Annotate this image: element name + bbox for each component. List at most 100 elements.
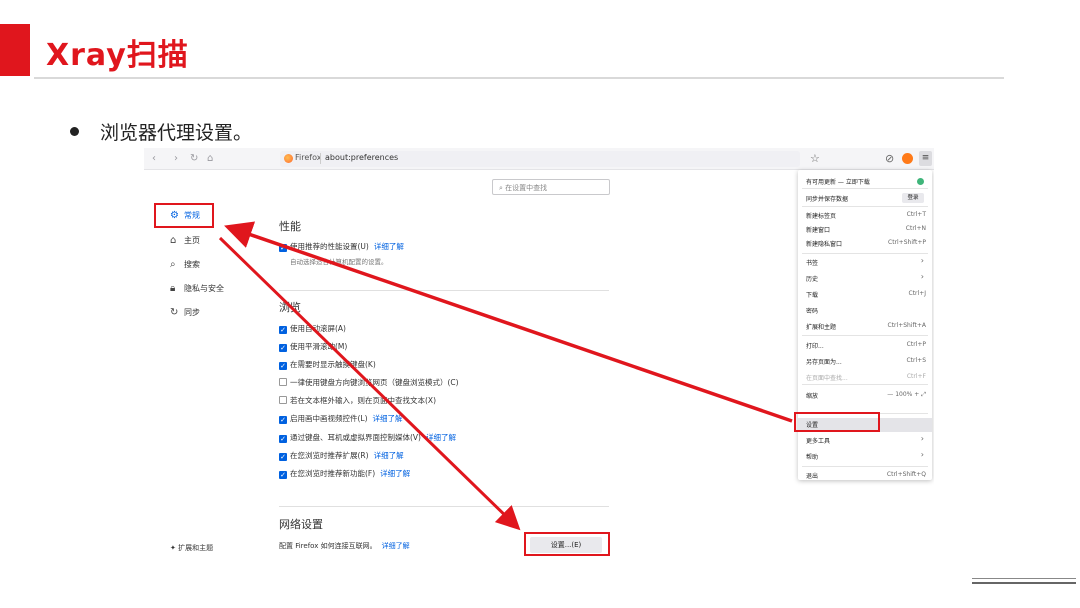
menu-item[interactable]: 缩放 — 100% + ⤢ [806,391,926,400]
url-text[interactable]: about:preferences [325,153,398,162]
performance-hint: 自动选择适合计算机配置的设置。 [290,258,388,266]
menu-item[interactable]: 打印... Ctrl+P [806,341,926,350]
menu-item[interactable]: 新建隐私窗口 Ctrl+Shift+P [806,239,926,248]
menu-item[interactable]: 扩展和主题 Ctrl+Shift+A [806,322,926,331]
home-icon[interactable]: ⌂ [207,153,213,165]
menu-item-label: 下载 [806,292,819,299]
sidebar-label: 隐私与安全 [184,284,224,293]
checkbox-checked[interactable]: ✓ [279,344,287,352]
menu-item-shortcut: Ctrl+S [906,357,926,364]
checkbox-row[interactable]: ✓ 使用推荐的性能设置(U) 详细了解 [279,241,404,252]
title-accent-bar [0,24,30,76]
menu-item[interactable]: 书签 › [806,256,926,267]
checkbox-label: 一律使用键盘方向键浏览网页（键盘浏览模式）(C) [290,378,459,387]
menu-item[interactable]: 退出 Ctrl+Shift+Q [806,471,926,480]
search-icon: ⌕ [170,259,176,270]
checkbox-checked[interactable]: ✓ [279,471,287,479]
menu-item[interactable]: 新建窗口 Ctrl+N [806,225,926,234]
checkbox-row[interactable]: ✓ 使用自动滚屏(A) [279,323,346,334]
checkbox-checked[interactable]: ✓ [279,244,287,252]
checkbox-row[interactable]: ✓ 使用平滑滚动(M) [279,341,347,352]
menu-separator [802,206,928,207]
checkbox-row[interactable]: ✓ 通过键盘、耳机或虚拟界面控制媒体(V) 详细了解 [279,432,456,443]
update-icon [917,178,924,185]
update-text: 有可用更新 — 立即下载 [806,179,870,186]
checkbox-row[interactable]: ✓ 在您浏览时推荐新功能(F) 详细了解 [279,468,410,479]
back-icon[interactable]: ‹ [152,153,156,165]
menu-item[interactable]: 另存页面为... Ctrl+S [806,357,926,366]
menu-item[interactable]: 在页面中查找... Ctrl+F [806,373,926,382]
section-divider [279,506,609,507]
menu-item-shortcut: Ctrl+N [905,225,926,232]
menu-separator [802,335,928,336]
menu-item-shortcut: Ctrl+P [906,341,926,348]
menu-item-label: 新建标签页 [806,213,837,220]
forward-icon[interactable]: › [174,153,178,165]
checkbox-row[interactable]: ✓ 在需要时显示触摸键盘(K) [279,359,376,370]
puzzle-icon: ✦ [170,544,179,552]
hamburger-menu-icon[interactable]: ≡ [919,151,932,166]
star-icon[interactable]: ☆ [810,152,820,165]
sidebar-item-home[interactable]: ⌂ 主页 [170,235,200,246]
section-title-network: 网络设置 [279,518,323,531]
account-icon[interactable] [902,153,913,164]
checkbox-label: 在您浏览时推荐新功能(F) [290,469,376,478]
sidebar-item-sync[interactable]: ↻ 同步 [170,307,200,318]
menu-item[interactable]: 新建标签页 Ctrl+T [806,211,926,220]
menu-item[interactable]: 密码 [806,306,926,315]
sidebar-item-privacy[interactable]: 🔒︎ 隐私与安全 [170,283,224,294]
url-separator [320,153,321,164]
learn-more-link[interactable]: 详细了解 [374,451,404,460]
checkbox-unchecked[interactable] [279,378,287,386]
menu-separator [802,253,928,254]
checkbox-label: 在您浏览时推荐扩展(R) [290,451,369,460]
reload-icon[interactable]: ↻ [190,153,198,165]
menu-update-item[interactable]: 有可用更新 — 立即下载 [806,177,926,186]
learn-more-link[interactable]: 详细了解 [380,469,410,478]
checkbox-row[interactable]: 一律使用键盘方向键浏览网页（键盘浏览模式）(C) [279,377,459,388]
learn-more-link[interactable]: 详细了解 [426,433,456,442]
sidebar-item-extensions[interactable]: ✦ 扩展和主题 [170,543,213,553]
chevron-right-icon: › [920,272,924,281]
shield-icon[interactable]: ⊘ [885,152,894,165]
menu-item-shortcut: — 100% + ⤢ [887,391,926,398]
learn-more-link[interactable]: 详细了解 [373,414,403,423]
checkbox-row[interactable]: 若在文本框外输入，则在页面中查找文本(X) [279,395,436,406]
section-title-performance: 性能 [279,220,301,233]
chevron-right-icon: › [920,450,924,459]
menu-separator [802,188,928,189]
checkbox-label: 通过键盘、耳机或虚拟界面控制媒体(V) [290,433,421,442]
learn-more-link[interactable]: 详细了解 [374,242,404,251]
settings-search-input[interactable]: ⌕ 在设置中查找 [492,179,610,195]
lock-icon: 🔒︎ [170,283,176,294]
checkbox-checked[interactable]: ✓ [279,326,287,334]
menu-item-shortcut: Ctrl+F [906,373,926,380]
menu-item[interactable]: 下载 Ctrl+J [806,290,926,299]
learn-more-link[interactable]: 详细了解 [382,542,410,550]
sidebar-item-search[interactable]: ⌕ 搜索 [170,259,200,270]
home-icon: ⌂ [170,235,177,246]
checkbox-checked[interactable]: ✓ [279,435,287,443]
checkbox-checked[interactable]: ✓ [279,453,287,461]
slide-title: Xray扫描 [46,38,189,73]
menu-item-label: 密码 [806,308,819,315]
menu-item-label: 打印... [806,343,824,350]
checkbox-unchecked[interactable] [279,396,287,404]
menu-item[interactable]: 更多工具 › [806,434,926,445]
checkbox-row[interactable]: ✓ 启用画中画视频控件(L) 详细了解 [279,413,403,424]
menu-item-label: 帮助 [806,454,819,461]
menu-login-button[interactable]: 登录 [902,193,924,203]
search-placeholder: 在设置中查找 [505,184,548,192]
menu-item-label: 更多工具 [806,438,831,445]
menu-item-label: 扩展和主题 [806,324,837,331]
menu-item[interactable]: 帮助 › [806,450,926,461]
menu-item-shortcut: Ctrl+T [906,211,926,218]
checkbox-row[interactable]: ✓ 在您浏览时推荐扩展(R) 详细了解 [279,450,404,461]
sidebar-label: 主页 [184,236,200,245]
menu-item-label: 另存页面为... [806,359,842,366]
browser-window: ‹ › ↻ ⌂ Firefox about:preferences ☆ ⊘ ≡ … [144,148,934,562]
checkbox-label: 使用推荐的性能设置(U) [290,242,369,251]
checkbox-checked[interactable]: ✓ [279,362,287,370]
menu-item[interactable]: 历史 › [806,272,926,283]
checkbox-checked[interactable]: ✓ [279,416,287,424]
